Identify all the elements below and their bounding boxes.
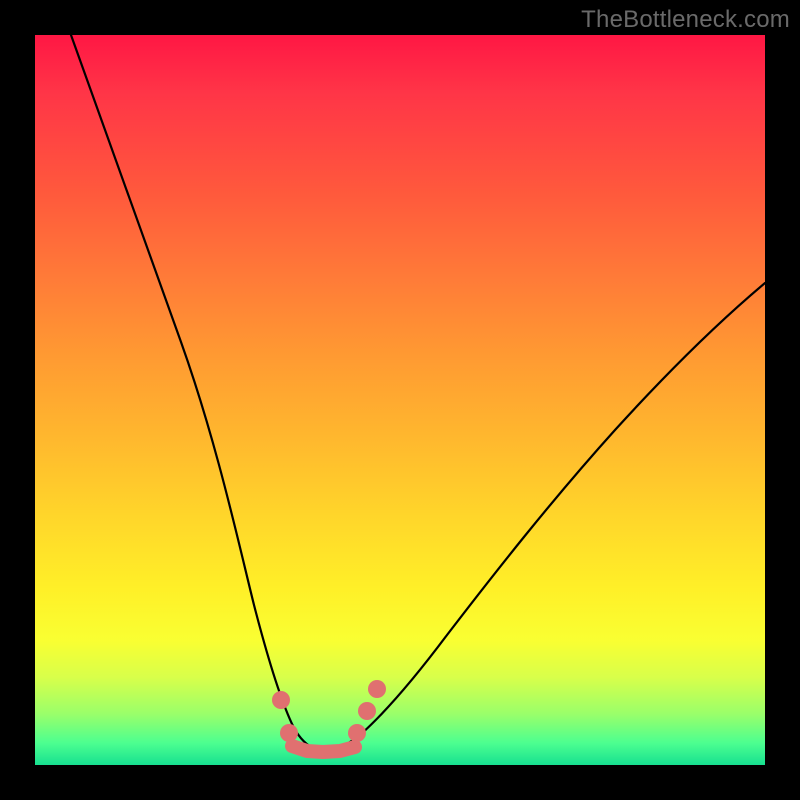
highlight-dot (272, 691, 290, 709)
optimal-flat-segment (292, 746, 355, 752)
highlight-dot (358, 702, 376, 720)
highlight-dot (280, 724, 298, 742)
outer-frame: TheBottleneck.com (0, 0, 800, 800)
chart-svg (35, 35, 765, 765)
highlight-dot (368, 680, 386, 698)
plot-gradient-area (35, 35, 765, 765)
highlight-dot (348, 724, 366, 742)
bottleneck-curve (71, 35, 765, 750)
watermark-text: TheBottleneck.com (581, 6, 790, 34)
